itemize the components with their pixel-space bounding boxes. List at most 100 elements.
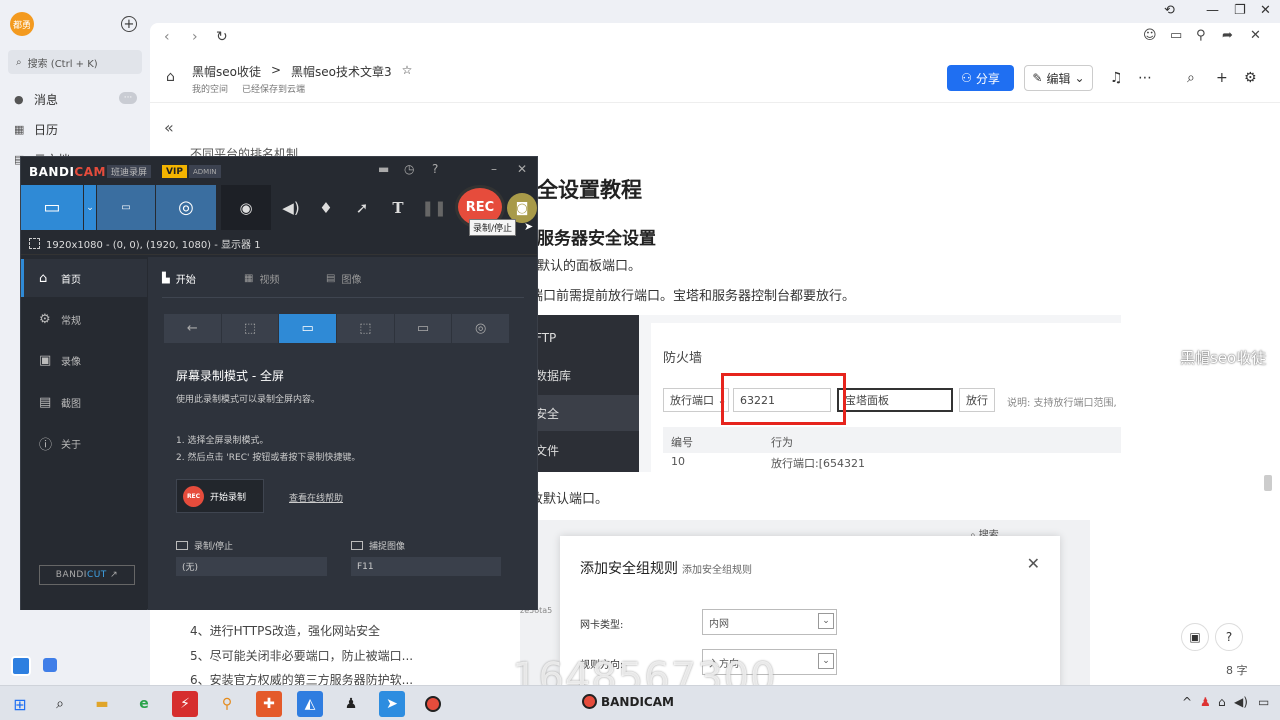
hdmi-icon: ▭ xyxy=(416,321,430,336)
clock-icon[interactable]: ◷ xyxy=(404,162,414,176)
search-icon[interactable]: ⌕ xyxy=(47,691,73,717)
more-icon[interactable]: ⋯ xyxy=(1138,70,1152,86)
browser-icon[interactable]: e xyxy=(131,691,157,717)
game-mode-button[interactable]: ◎ xyxy=(452,314,510,343)
file-explorer-icon[interactable]: ▬ xyxy=(89,691,115,717)
speaker-toggle[interactable]: ◀) xyxy=(276,185,306,230)
forward-share-icon[interactable]: ➦ xyxy=(1222,28,1233,43)
window-titlebar: ⟲ — ❐ ✕ xyxy=(150,0,1280,23)
pencil-icon: ✎ xyxy=(1032,71,1043,85)
tray-expand-icon[interactable]: ^ xyxy=(1182,695,1192,709)
search-tool-icon[interactable]: ⚲ xyxy=(214,691,240,717)
region-icon xyxy=(29,238,40,249)
screen-mode-button[interactable]: ▭ xyxy=(21,185,83,230)
bandicam-task-icon[interactable] xyxy=(420,691,446,717)
refresh-icon[interactable]: ↻ xyxy=(216,29,228,45)
sidebar-item-calendar[interactable]: ▦ 日历 xyxy=(14,121,58,138)
calendar-icon: ▦ xyxy=(14,122,25,136)
fullscreen-mode-button[interactable]: ▭ xyxy=(279,314,337,343)
hdmi-mode-button[interactable]: ▭ xyxy=(97,185,155,230)
tab-image[interactable]: ▤ 图像 xyxy=(326,271,408,286)
pause-button[interactable]: ❚❚ xyxy=(419,185,449,230)
nav-video[interactable]: ▣ 录像 xyxy=(21,341,147,379)
link-icon[interactable]: ⚲ xyxy=(1196,28,1206,43)
message-badge: ··· xyxy=(119,92,137,104)
menu-item: 文件 xyxy=(535,444,560,458)
help-icon[interactable]: ? xyxy=(1215,623,1243,651)
sidebar-search[interactable]: ⌕ 搜索 (Ctrl + K) xyxy=(8,50,142,74)
doc-paragraph: 默认的面板端口。 xyxy=(537,259,642,274)
bandicam-taskbar-label[interactable]: BANDICAM xyxy=(582,694,674,709)
mic-toggle[interactable]: ♦ xyxy=(311,185,341,230)
new-plus-icon[interactable]: + xyxy=(121,16,137,32)
back-icon[interactable]: ‹ xyxy=(164,29,170,45)
mode-dropdown[interactable]: ⌄ xyxy=(84,185,96,230)
app-shortcut-icon-2[interactable] xyxy=(43,658,57,672)
add-icon[interactable]: + xyxy=(1216,70,1228,86)
breadcrumb-separator: > xyxy=(270,63,282,77)
qq-icon[interactable]: ♟ xyxy=(338,691,364,717)
breadcrumb-parent[interactable]: 黑帽seo收徒 xyxy=(192,63,261,80)
nav-about[interactable]: ⓘ 关于 xyxy=(21,424,147,462)
dialog-title: 添加安全组规则 添加安全组规则 xyxy=(580,561,752,577)
nav-home[interactable]: ⌂ 首页 xyxy=(21,259,147,297)
page-title[interactable]: 黑帽seo技术文章3 xyxy=(291,63,392,80)
hotkey-rec-field[interactable]: (无) xyxy=(176,557,327,576)
doc-tools-icon[interactable]: ▣ xyxy=(1181,623,1209,651)
minimize-icon[interactable]: — xyxy=(1206,3,1219,18)
device-mode-button[interactable]: ▭ xyxy=(394,314,452,343)
cursor-toggle[interactable]: ➚ xyxy=(347,185,377,230)
nav-screenshot[interactable]: ▤ 截图 xyxy=(21,383,147,421)
tray-app-icon[interactable]: ♟ xyxy=(1200,695,1211,709)
volume-icon[interactable]: ◀) xyxy=(1234,695,1248,709)
star-icon[interactable]: ☆ xyxy=(402,63,413,80)
bell-icon[interactable]: ♫ xyxy=(1110,70,1123,86)
minimize-icon[interactable]: – xyxy=(491,162,497,176)
app-shortcut-icon[interactable] xyxy=(11,656,31,676)
window-icon[interactable]: ▭ xyxy=(1170,28,1182,43)
taskbar: ⊞ ⌕ ▬ e ⚡ ⚲ ✚ ◭ ♟ ➤ BANDICAM ^ ♟ ⌂ ◀) ▭ xyxy=(0,685,1280,720)
history-icon[interactable]: ⟲ xyxy=(1164,3,1175,18)
webcam-toggle[interactable]: ◉ xyxy=(221,185,271,230)
home-icon[interactable]: ⌂ xyxy=(166,69,175,85)
restore-icon[interactable]: ❐ xyxy=(1234,3,1246,18)
lark-icon[interactable]: ➤ xyxy=(379,691,405,717)
comment-icon[interactable]: ☺ xyxy=(1143,28,1157,43)
forward-icon[interactable]: › xyxy=(192,29,198,45)
sidebar-item-messages[interactable]: ● 消息 xyxy=(14,91,58,108)
tab-close-icon[interactable]: ✕ xyxy=(1250,28,1261,43)
start-record-button[interactable]: REC 开始录制 xyxy=(176,479,264,513)
close-icon[interactable]: ✕ xyxy=(517,162,527,176)
tab-start[interactable]: ▙ 开始 xyxy=(162,271,244,286)
windows-start-icon[interactable]: ⊞ xyxy=(7,691,33,717)
hotkey-capture-field[interactable]: F11 xyxy=(351,557,501,576)
avatar[interactable]: 都勇 xyxy=(10,12,34,36)
help-icon[interactable]: ? xyxy=(432,162,438,176)
notification-icon[interactable]: ▭ xyxy=(1258,695,1269,709)
nav-general[interactable]: ⚙ 常规 xyxy=(21,300,147,338)
app-icon-blue[interactable]: ◭ xyxy=(297,691,323,717)
start-label: 开始录制 xyxy=(210,492,247,503)
menu-item-active: 安全 xyxy=(525,395,639,431)
app-icon-orange[interactable]: ✚ xyxy=(256,691,282,717)
network-icon[interactable]: ⌂ xyxy=(1218,695,1226,709)
app-icon-red[interactable]: ⚡ xyxy=(172,691,198,717)
scrollbar-thumb[interactable] xyxy=(1264,475,1272,491)
collapse-outline-icon[interactable]: « xyxy=(164,118,174,137)
close-icon[interactable]: ✕ xyxy=(1260,3,1271,18)
tab-video[interactable]: ▦ 视频 xyxy=(244,271,326,286)
region-mode-button[interactable]: ⬚ xyxy=(221,314,279,343)
online-help-link[interactable]: 查看在线帮助 xyxy=(289,491,343,504)
search-icon[interactable]: ⌕ xyxy=(1187,70,1195,86)
edit-button[interactable]: ✎ 编辑 ⌄ xyxy=(1024,65,1093,91)
text-overlay-button[interactable]: T xyxy=(383,185,413,230)
cursor-mode-button[interactable]: ⬚ xyxy=(337,314,394,343)
user-group-icon: ⚇ xyxy=(961,71,972,85)
space-label[interactable]: 我的空间 xyxy=(192,82,228,95)
folder-icon[interactable]: ▬ xyxy=(378,162,389,176)
settings-gear-icon[interactable]: ⚙ xyxy=(1244,70,1257,86)
bandicut-button[interactable]: BANDI CUT ↗ xyxy=(39,565,135,585)
back-mode-button[interactable]: ← xyxy=(164,314,221,343)
share-button[interactable]: ⚇ 分享 xyxy=(947,65,1014,91)
game-mode-button[interactable]: ◎ xyxy=(156,185,216,230)
